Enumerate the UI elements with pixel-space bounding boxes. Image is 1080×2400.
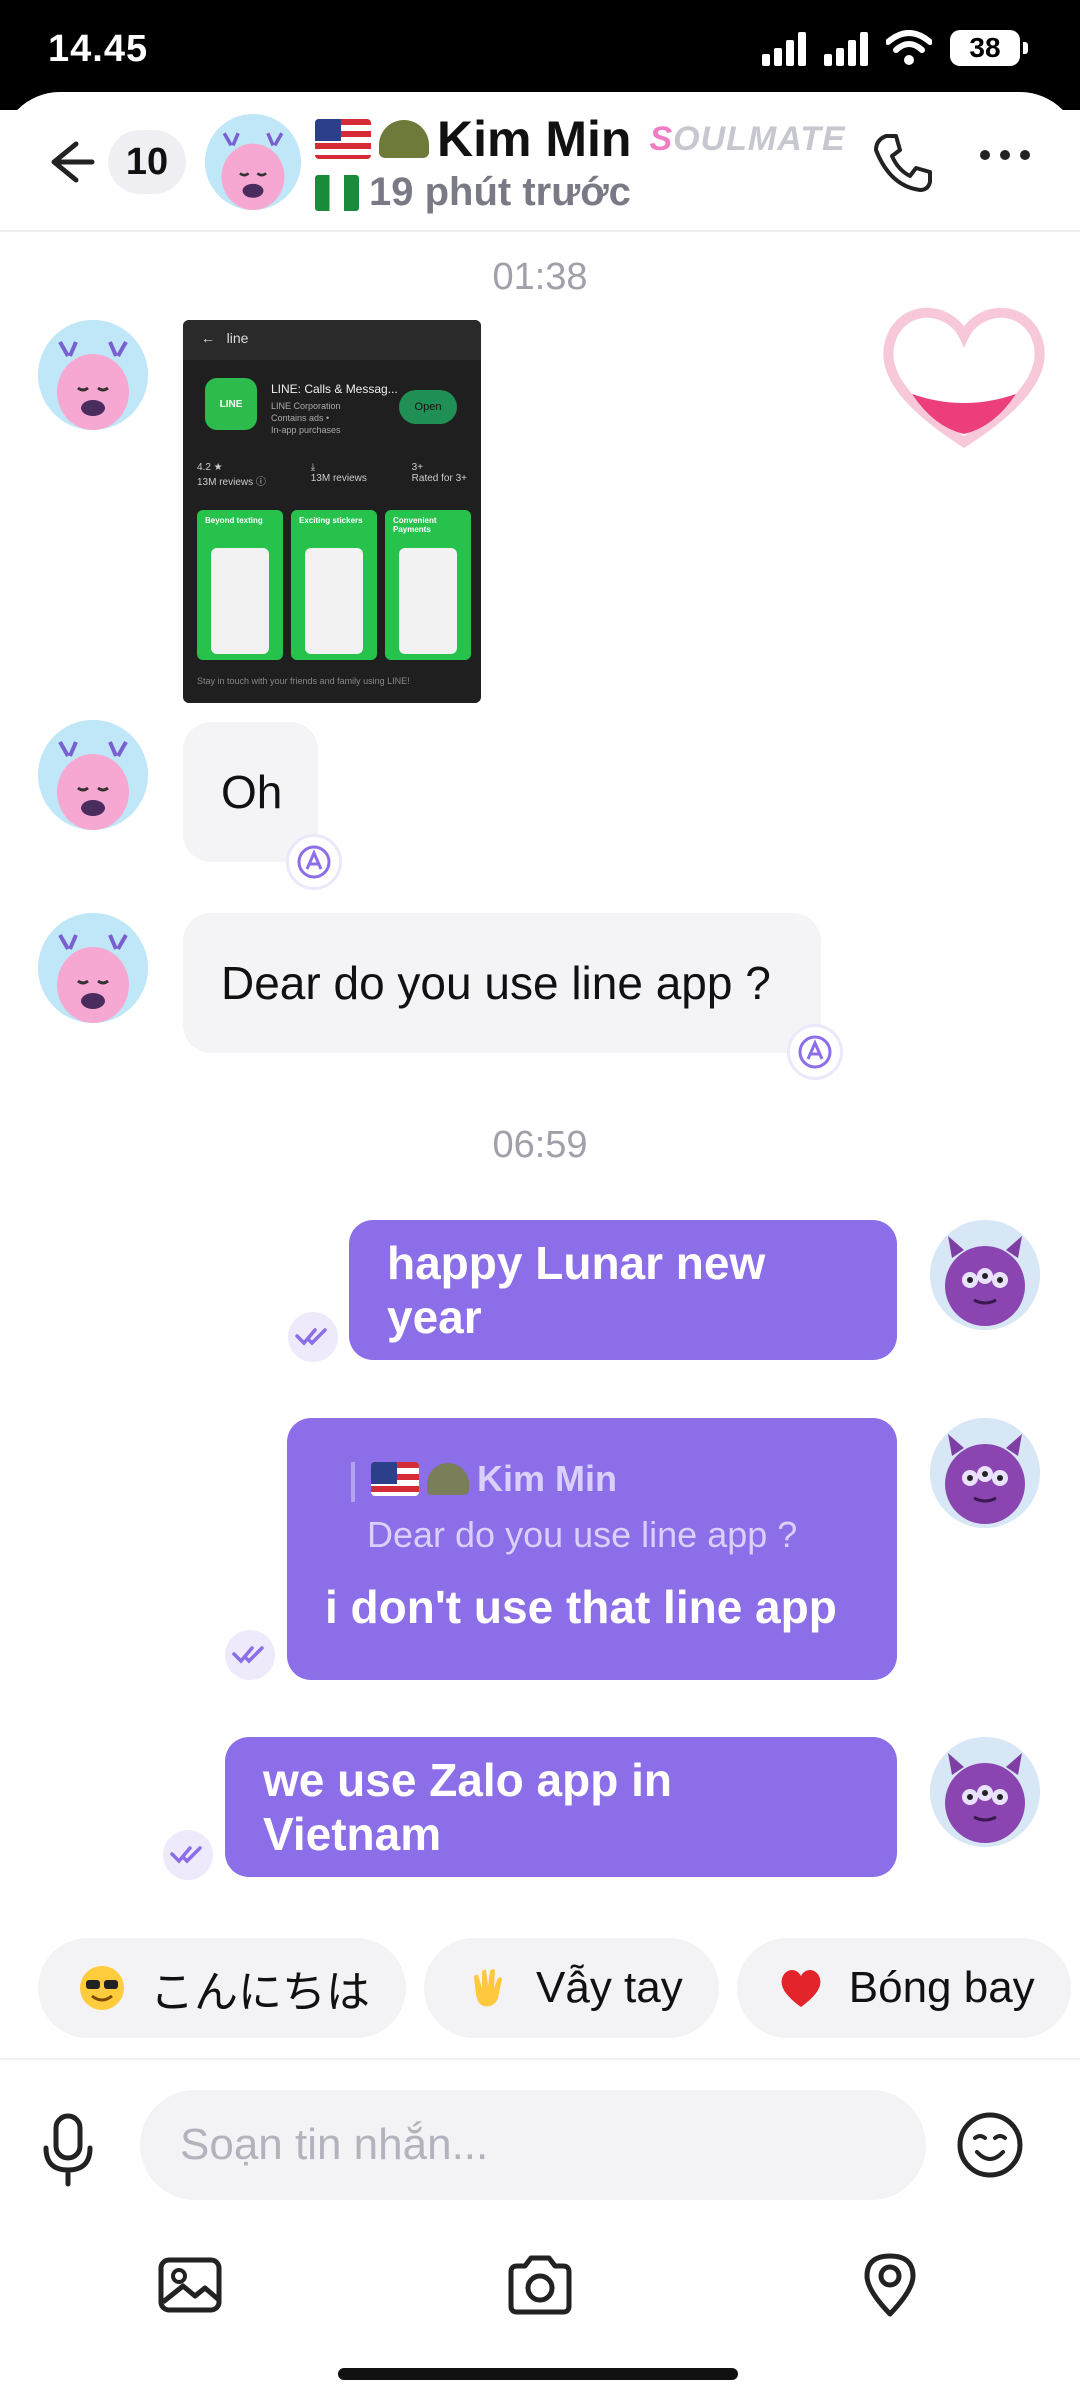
location-pin-icon[interactable]: [855, 2250, 925, 2320]
contact-name: Kim Min: [437, 111, 632, 167]
quick-reply-label: こんにちは: [150, 1968, 370, 2017]
unread-badge[interactable]: 10: [108, 130, 186, 194]
image-downloads: 13M reviews: [310, 473, 367, 484]
my-avatar[interactable]: [930, 1418, 1040, 1528]
quick-reply-chip[interactable]: Vẫy tay: [424, 1938, 719, 2038]
image-search-text: line: [226, 330, 249, 346]
translate-icon[interactable]: [286, 834, 342, 890]
image-app-dev: LINE Corporation: [271, 401, 341, 411]
us-flag-icon: [371, 1462, 419, 1496]
signal-2-icon: [824, 30, 868, 66]
image-app-title: LINE: Calls & Messag...: [271, 382, 398, 396]
read-receipt-icon: [288, 1312, 338, 1362]
signal-1-icon: [762, 30, 806, 66]
image-feature-cards: Beyond texting Exciting stickers Conveni…: [197, 510, 471, 660]
waving-hand-emoji-icon: [464, 1964, 512, 2012]
image-stats: 4.2 ★ 13M reviews ⓘ ⤓ 13M reviews 3+ Rated …: [197, 462, 467, 488]
my-avatar[interactable]: [930, 1220, 1040, 1330]
read-receipt-icon: [225, 1630, 275, 1680]
contact-name-row[interactable]: Kim Min SOULMATE: [315, 110, 846, 168]
last-seen: 19 phút trước: [369, 170, 631, 214]
status-icons: 38: [762, 30, 1028, 66]
reply-text: i don't use that line app: [325, 1581, 837, 1633]
back-arrow-icon[interactable]: [40, 132, 100, 192]
more-options-icon[interactable]: [980, 150, 1030, 160]
soulmate-tag-initial: S: [649, 119, 674, 158]
sender-avatar[interactable]: [38, 913, 148, 1023]
image-age: 3+: [411, 462, 424, 473]
sunglasses-emoji-icon: [78, 1964, 126, 2012]
my-avatar[interactable]: [930, 1737, 1040, 1847]
image-age-sub: Rated for 3+: [411, 473, 467, 484]
quote-header: Kim Min: [353, 1458, 617, 1500]
image-app-note2: In-app purchases: [271, 425, 341, 435]
contact-avatar[interactable]: [205, 114, 301, 210]
message-bubble-outgoing[interactable]: we use Zalo app in Vietnam: [225, 1737, 897, 1877]
quick-reply-label: Bóng bay: [848, 1963, 1035, 2012]
battery-icon: 38: [950, 30, 1028, 66]
nigeria-flag-icon: [315, 174, 359, 211]
message-bubble-incoming[interactable]: Dear do you use line app ?: [183, 913, 821, 1053]
chat-header: 10 Kim Min SOULMATE 19 phút trước: [0, 92, 1080, 232]
image-card-title: Convenient Payments: [393, 516, 437, 534]
gallery-icon[interactable]: [155, 2250, 225, 2320]
sender-avatar[interactable]: [38, 320, 148, 430]
reply-bubble-outgoing[interactable]: Kim Min Dear do you use line app ? i don…: [287, 1418, 897, 1680]
helmet-icon: [379, 120, 429, 158]
soulmate-tag-rest: OULMATE: [673, 119, 846, 158]
phone-call-icon[interactable]: [868, 128, 938, 198]
message-bubble-outgoing[interactable]: happy Lunar new year: [349, 1220, 897, 1360]
image-app-note1: Contains ads •: [271, 413, 330, 423]
heart-reaction-icon[interactable]: [874, 302, 1054, 452]
camera-icon[interactable]: [505, 2250, 575, 2320]
microphone-icon[interactable]: [40, 2110, 96, 2190]
quote-sender: Kim Min: [477, 1458, 617, 1499]
quote-text: Dear do you use line app ?: [367, 1514, 798, 1555]
us-flag-icon: [315, 119, 371, 159]
home-indicator[interactable]: [338, 2368, 738, 2380]
image-app-details: LINE Corporation Contains ads • In-app p…: [271, 400, 341, 436]
quick-reply-chip[interactable]: こんにちは: [38, 1938, 406, 2038]
sender-avatar[interactable]: [38, 720, 148, 830]
status-time: 14.45: [48, 28, 149, 70]
last-seen-row: 19 phút trước: [315, 170, 631, 215]
emoji-picker-icon[interactable]: [955, 2110, 1025, 2180]
line-app-logo: LINE: [205, 378, 257, 430]
message-input[interactable]: Soạn tin nhắn...: [140, 2090, 926, 2200]
image-message[interactable]: ← line LINE LINE: Calls & Messag... LINE…: [183, 320, 481, 703]
helmet-icon: [427, 1463, 469, 1495]
image-card-title: Beyond texting: [205, 516, 263, 525]
image-reviews: 13M reviews ⓘ: [197, 477, 266, 488]
quick-reply-chip[interactable]: Bóng bay: [736, 1938, 1071, 2038]
quick-replies: こんにちは Vẫy tay Bóng bay: [38, 1938, 1071, 2038]
wifi-icon: [886, 30, 932, 65]
message-composer: Soạn tin nhắn...: [0, 2058, 1080, 2317]
image-search-bar: ← line: [183, 320, 481, 360]
timestamp: 01:38: [492, 256, 588, 298]
timestamp: 06:59: [492, 1124, 588, 1166]
image-footer: Stay in touch with your friends and fami…: [197, 676, 410, 686]
read-receipt-icon: [163, 1830, 213, 1880]
image-rating: 4.2 ★: [197, 462, 223, 473]
heart-emoji-icon: [777, 1964, 825, 2012]
image-card-title: Exciting stickers: [299, 516, 363, 525]
quick-reply-label: Vẫy tay: [536, 1963, 683, 2012]
translate-icon[interactable]: [787, 1024, 843, 1080]
soulmate-tag: SOULMATE: [649, 120, 845, 159]
image-open-button: Open: [399, 390, 457, 424]
